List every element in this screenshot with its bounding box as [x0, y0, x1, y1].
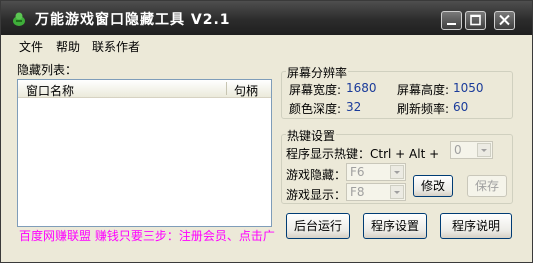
program-help-button[interactable]: 程序说明: [440, 213, 512, 239]
show-game-label: 游戏显示：: [286, 188, 347, 202]
chevron-down-icon[interactable]: [390, 165, 404, 179]
screen-resolution-title: 屏幕分辨率: [286, 64, 349, 81]
app-icon: [11, 11, 27, 27]
hotkey-settings-title: 热键设置: [286, 127, 337, 144]
title-bar[interactable]: 万能游戏窗口隐藏工具 V2.1: [1, 1, 532, 35]
menu-help[interactable]: 帮助: [56, 38, 80, 55]
chevron-down-icon[interactable]: [477, 143, 491, 157]
minimize-button[interactable]: [441, 11, 462, 30]
color-depth-label: 颜色深度:: [289, 102, 342, 116]
ad-link[interactable]: 百度网赚联盟 赚钱只要三步：注册会员、点击广: [19, 227, 275, 244]
show-hotkey-value: 0: [454, 143, 462, 157]
hide-game-label: 游戏隐藏：: [286, 168, 347, 182]
hide-game-hotkey-value: F6: [350, 165, 365, 179]
show-game-hotkey-value: F8: [350, 185, 365, 199]
program-settings-button[interactable]: 程序设置: [363, 213, 427, 239]
screen-height-label: 屏幕高度:: [397, 83, 450, 97]
show-game-hotkey-select[interactable]: F8: [346, 183, 406, 201]
chevron-down-icon[interactable]: [390, 185, 404, 199]
hide-game-hotkey-select[interactable]: F6: [346, 163, 406, 181]
minimize-icon: [447, 23, 456, 25]
menu-file[interactable]: 文件: [19, 38, 43, 55]
show-hotkey-label: 程序显示热键：Ctrl + Alt +: [286, 147, 440, 161]
window-title: 万能游戏窗口隐藏工具 V2.1: [35, 12, 231, 28]
close-button[interactable]: [494, 11, 515, 30]
screen-width-value: 1680: [346, 81, 377, 95]
menu-contact[interactable]: 联系作者: [92, 38, 140, 55]
list-header: 窗口名称 句柄: [18, 80, 271, 98]
refresh-rate-value: 60: [453, 100, 469, 114]
show-hotkey-select[interactable]: 0: [450, 141, 493, 159]
column-divider[interactable]: [226, 82, 227, 95]
background-run-button[interactable]: 后台运行: [286, 213, 350, 239]
hidden-window-list[interactable]: 窗口名称 句柄: [17, 79, 272, 227]
screen-height-value: 1050: [453, 81, 484, 95]
menu-bar: 文件 帮助 联系作者: [1, 35, 532, 55]
maximize-icon: [470, 14, 481, 26]
color-depth-value: 32: [346, 100, 362, 114]
save-button[interactable]: 保存: [467, 175, 507, 197]
screen-width-label: 屏幕宽度:: [289, 83, 342, 97]
modify-button[interactable]: 修改: [413, 175, 453, 197]
hidden-list-label: 隐藏列表：: [17, 63, 78, 77]
close-icon: [499, 14, 510, 26]
column-window-name[interactable]: 窗口名称: [26, 82, 74, 99]
column-handle[interactable]: 句柄: [234, 82, 258, 99]
refresh-rate-label: 刷新频率:: [397, 102, 450, 116]
main-window: 万能游戏窗口隐藏工具 V2.1 文件 帮助 联系作者 隐藏列表： 窗口名称 句柄…: [0, 0, 533, 263]
maximize-button[interactable]: [465, 11, 486, 30]
